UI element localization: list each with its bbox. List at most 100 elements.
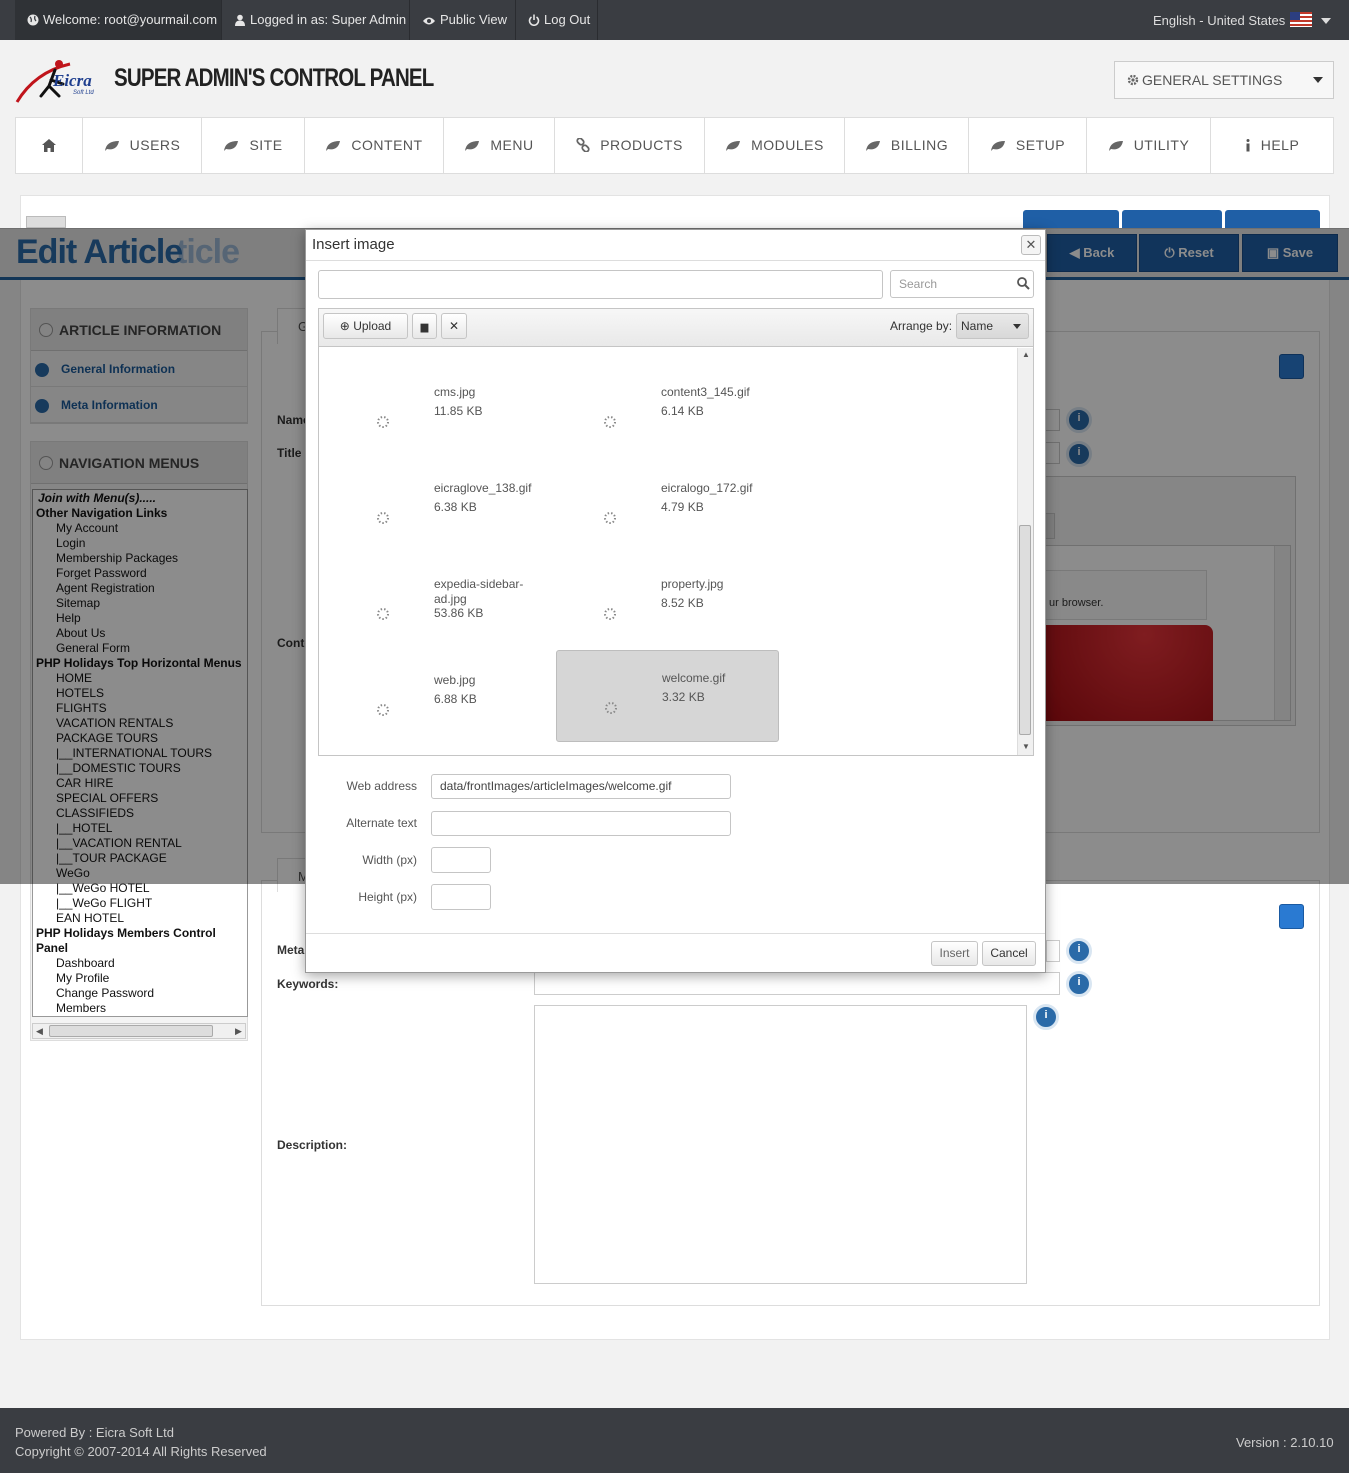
svg-text:Soft Ltd: Soft Ltd [73, 90, 94, 96]
loading-spinner-icon [377, 704, 389, 716]
file-item[interactable]: expedia-sidebar-ad.jpg 53.86 KB [329, 557, 552, 649]
arrow-up-icon[interactable] [1279, 904, 1304, 929]
logout-link[interactable]: Log Out [516, 0, 598, 40]
welcome-item[interactable]: Welcome: root@yourmail.com [15, 0, 222, 40]
file-size: 11.85 KB [434, 404, 483, 418]
footer: Powered By : Eicra Soft Ltd Copyright © … [0, 1408, 1349, 1473]
caret-down-icon[interactable] [1321, 18, 1331, 24]
search-icon[interactable] [1017, 277, 1030, 290]
menu-option[interactable]: |__WeGo FLIGHT [33, 896, 247, 911]
public-view-link[interactable]: Public View [410, 0, 516, 40]
file-size: 6.38 KB [434, 500, 477, 514]
menu-option[interactable]: Members [33, 1001, 247, 1016]
scroll-right-icon[interactable]: ▶ [235, 1026, 242, 1037]
file-item[interactable]: web.jpg 6.88 KB [329, 653, 552, 745]
meta-label: Meta [277, 943, 305, 957]
scroll-thumb[interactable] [49, 1025, 213, 1037]
new-folder-button[interactable]: ▆ [412, 313, 437, 339]
nav-label: USERS [129, 137, 181, 153]
loading-spinner-icon [377, 608, 389, 620]
info-icon[interactable] [1066, 971, 1092, 997]
loading-spinner-icon [605, 702, 617, 714]
menu-option[interactable]: EAN HOTEL [33, 911, 247, 926]
page-icon [26, 216, 66, 228]
nav-modules[interactable]: MODULES [705, 118, 845, 173]
back-button-shadow [1023, 210, 1119, 228]
loading-spinner-icon [604, 608, 616, 620]
general-settings-dropdown[interactable]: GENERAL SETTINGS [1114, 61, 1334, 99]
arrange-select[interactable]: Name [956, 313, 1029, 339]
logged-in-item[interactable]: Logged in as: Super Admin [222, 0, 410, 40]
nav-home[interactable] [16, 118, 83, 173]
general-settings-label: GENERAL SETTINGS [1142, 72, 1283, 88]
nav-content[interactable]: CONTENT [305, 118, 444, 173]
file-name: property.jpg [661, 577, 724, 591]
cancel-button[interactable]: Cancel [982, 941, 1036, 966]
menu-option[interactable]: Change Password [33, 986, 247, 1001]
nav-help[interactable]: HELP [1211, 118, 1333, 173]
home-icon [42, 139, 56, 152]
loading-spinner-icon [604, 416, 616, 428]
nav-utility[interactable]: UTILITY [1087, 118, 1211, 173]
user-icon [235, 14, 245, 26]
scroll-up-icon[interactable]: ▲ [1022, 350, 1030, 359]
menu-option[interactable]: Manage My Hotels [33, 1016, 247, 1017]
nav-label: SITE [249, 137, 283, 153]
insert-button[interactable]: Insert [931, 941, 978, 966]
scroll-thumb[interactable] [1019, 525, 1031, 735]
description-textarea[interactable] [534, 1005, 1027, 1284]
path-input[interactable] [318, 270, 883, 299]
delete-button[interactable]: ✕ [441, 313, 467, 339]
nav-site[interactable]: SITE [202, 118, 305, 173]
nav-users[interactable]: USERS [83, 118, 202, 173]
close-icon[interactable]: ✕ [1021, 235, 1041, 255]
nav-label: CONTENT [351, 137, 423, 153]
info-icon[interactable] [1066, 938, 1092, 964]
logout-text: Log Out [544, 12, 591, 27]
nav-setup[interactable]: SETUP [969, 118, 1087, 173]
vertical-scrollbar[interactable]: ▲ ▼ [1017, 348, 1033, 755]
file-name: eicralogo_172.gif [661, 481, 753, 495]
alt-text-label: Alternate text [346, 816, 417, 830]
welcome-text: Welcome: root@yourmail.com [43, 12, 218, 27]
file-name: content3_145.gif [661, 385, 750, 399]
horizontal-scrollbar[interactable]: ◀ ▶ [32, 1023, 246, 1039]
width-input[interactable] [431, 847, 491, 873]
caret-down-icon [1313, 77, 1323, 83]
alt-text-input[interactable] [431, 811, 731, 836]
language-selector[interactable]: English - United States [1153, 13, 1285, 28]
scroll-left-icon[interactable]: ◀ [36, 1026, 43, 1037]
web-address-input[interactable]: data/frontImages/articleImages/welcome.g… [431, 774, 731, 799]
keywords-input[interactable] [534, 972, 1060, 995]
info-icon[interactable] [1033, 1004, 1059, 1030]
power-icon [528, 14, 540, 26]
file-item[interactable]: property.jpg 8.52 KB [556, 557, 779, 649]
file-item[interactable]: cms.jpg 11.85 KB [329, 365, 552, 457]
meta-title-input[interactable] [1046, 940, 1060, 962]
file-item[interactable]: welcome.gif 3.32 KB [556, 650, 779, 742]
file-grid: cms.jpg 11.85 KB content3_145.gif 6.14 KB ei… [319, 348, 1016, 755]
loading-spinner-icon [604, 512, 616, 524]
menu-option[interactable]: Dashboard [33, 956, 247, 971]
file-item[interactable]: content3_145.gif 6.14 KB [556, 365, 779, 457]
scroll-down-icon[interactable]: ▼ [1022, 742, 1030, 751]
upload-label: Upload [353, 319, 392, 333]
loading-spinner-icon [377, 512, 389, 524]
menu-option[interactable]: My Profile [33, 971, 247, 986]
search-input[interactable]: Search [890, 270, 1034, 298]
height-input[interactable] [431, 884, 491, 910]
upload-button[interactable]: ⊕ Upload [323, 313, 408, 339]
nav-menu[interactable]: MENU [444, 118, 555, 173]
file-name: web.jpg [434, 673, 476, 687]
file-item[interactable]: eicraglove_138.gif 6.38 KB [329, 461, 552, 553]
menu-group-label: PHP Holidays Members Control Panel [36, 926, 216, 955]
globe-icon [27, 14, 39, 26]
reset-button-shadow [1122, 210, 1222, 228]
file-size: 4.79 KB [661, 500, 704, 514]
file-item[interactable]: eicralogo_172.gif 4.79 KB [556, 461, 779, 553]
nav-products[interactable]: PRODUCTS [555, 118, 705, 173]
us-flag-icon[interactable] [1290, 12, 1312, 27]
info-icon [1246, 139, 1250, 152]
leaf-icon [465, 141, 480, 151]
nav-billing[interactable]: BILLING [845, 118, 969, 173]
